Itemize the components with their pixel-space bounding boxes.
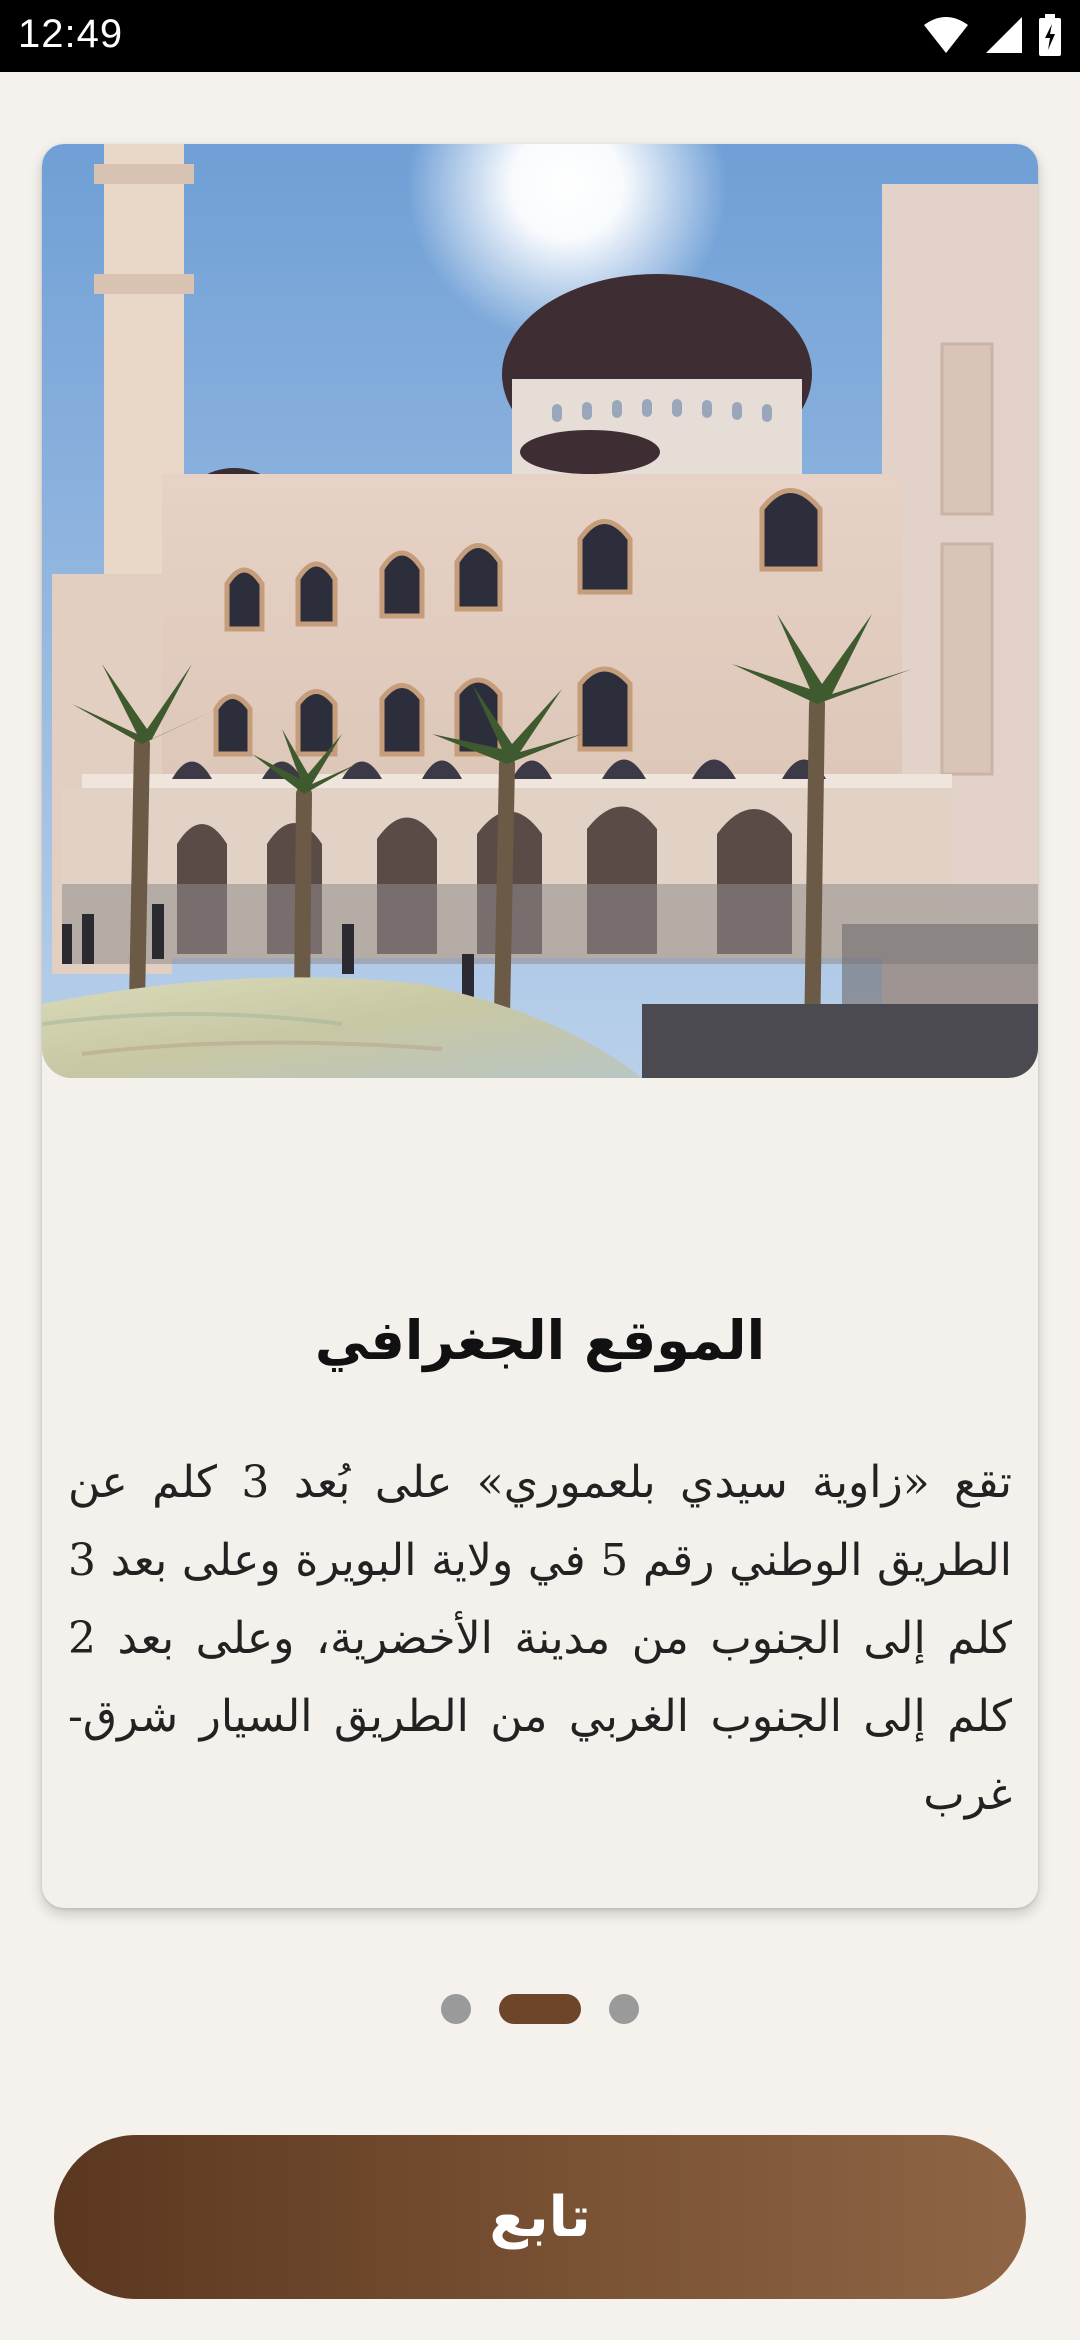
signal-icon: [986, 17, 1022, 53]
continue-button[interactable]: تابع: [54, 2135, 1026, 2299]
mosque-photo: [42, 144, 1038, 1078]
page-dot-1[interactable]: [441, 1994, 471, 2024]
continue-button-label: تابع: [489, 2184, 591, 2250]
page-indicator: [0, 1994, 1080, 2024]
page-dot-2-active[interactable]: [499, 1994, 581, 2024]
card-description: تقع «زاوية سيدي بلعموري» على بُعد 3 كلم …: [68, 1457, 1013, 1820]
battery-icon: [1039, 14, 1061, 56]
mosque-illustration: [42, 144, 1038, 1078]
page-dot-3[interactable]: [609, 1994, 639, 2024]
status-bar: 12:49: [0, 0, 1080, 72]
status-time: 12:49: [18, 12, 124, 56]
info-card: الموقع الجغرافي تقع «زاوية سيدي بلعموري»…: [42, 144, 1038, 1908]
status-icons: [922, 14, 1062, 56]
card-title: الموقع الجغرافي: [314, 1309, 766, 1372]
wifi-icon: [924, 17, 968, 53]
